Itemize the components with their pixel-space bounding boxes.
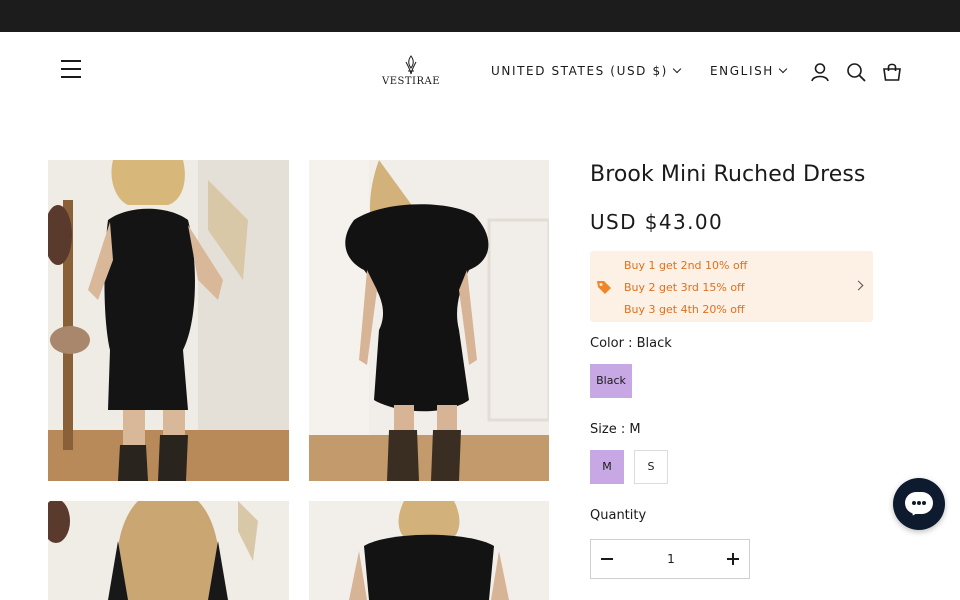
promotion-item: Buy 2 get 3rd 15% off [624, 281, 745, 294]
product-image-2[interactable] [309, 160, 549, 481]
quantity-increase-button[interactable] [717, 540, 749, 578]
size-label: Size : M [590, 422, 641, 437]
chevron-right-icon [853, 280, 864, 291]
promotion-item: Buy 1 get 2nd 10% off [624, 259, 748, 272]
quantity-input[interactable] [627, 548, 715, 570]
account-icon[interactable] [809, 61, 831, 83]
product-price: USD $43.00 [590, 210, 724, 234]
quantity-stepper [590, 539, 750, 579]
promotion-item: Buy 3 get 4th 20% off [624, 303, 745, 316]
site-header: VESTIRAE UNITED STATES (USD $) ENGLISH [0, 32, 960, 110]
size-option-m[interactable]: M [590, 450, 624, 484]
chevron-down-icon [778, 64, 788, 74]
language-selector-label: ENGLISH [710, 64, 774, 78]
size-option-s[interactable]: S [634, 450, 668, 484]
chat-bubble-icon [905, 492, 933, 514]
brand-logo[interactable]: VESTIRAE [378, 54, 444, 92]
logo-emblem-icon [405, 55, 417, 75]
tag-icon [597, 281, 611, 294]
color-label: Color : Black [590, 336, 672, 351]
product-image-3[interactable] [48, 501, 289, 600]
product-title: Brook Mini Ruched Dress [590, 162, 866, 187]
promotion-list: Buy 1 get 2nd 10% off Buy 2 get 3rd 15% … [624, 255, 747, 321]
language-selector[interactable]: ENGLISH [710, 64, 788, 78]
brand-name: VESTIRAE [381, 76, 441, 87]
chevron-down-icon [672, 64, 682, 74]
country-selector-label: UNITED STATES (USD $) [491, 64, 668, 78]
chat-button[interactable] [893, 478, 945, 530]
quantity-label: Quantity [590, 508, 647, 523]
search-icon[interactable] [845, 61, 867, 83]
menu-icon[interactable] [60, 60, 84, 80]
announcement-bar [0, 0, 960, 32]
product-image-1[interactable] [48, 160, 289, 481]
promotion-banner[interactable]: Buy 1 get 2nd 10% off Buy 2 get 3rd 15% … [590, 251, 873, 322]
country-selector[interactable]: UNITED STATES (USD $) [491, 64, 682, 78]
quantity-decrease-button[interactable] [591, 540, 623, 578]
cart-icon[interactable] [881, 61, 903, 83]
product-image-4[interactable] [309, 501, 549, 600]
color-option-black[interactable]: Black [590, 364, 632, 398]
